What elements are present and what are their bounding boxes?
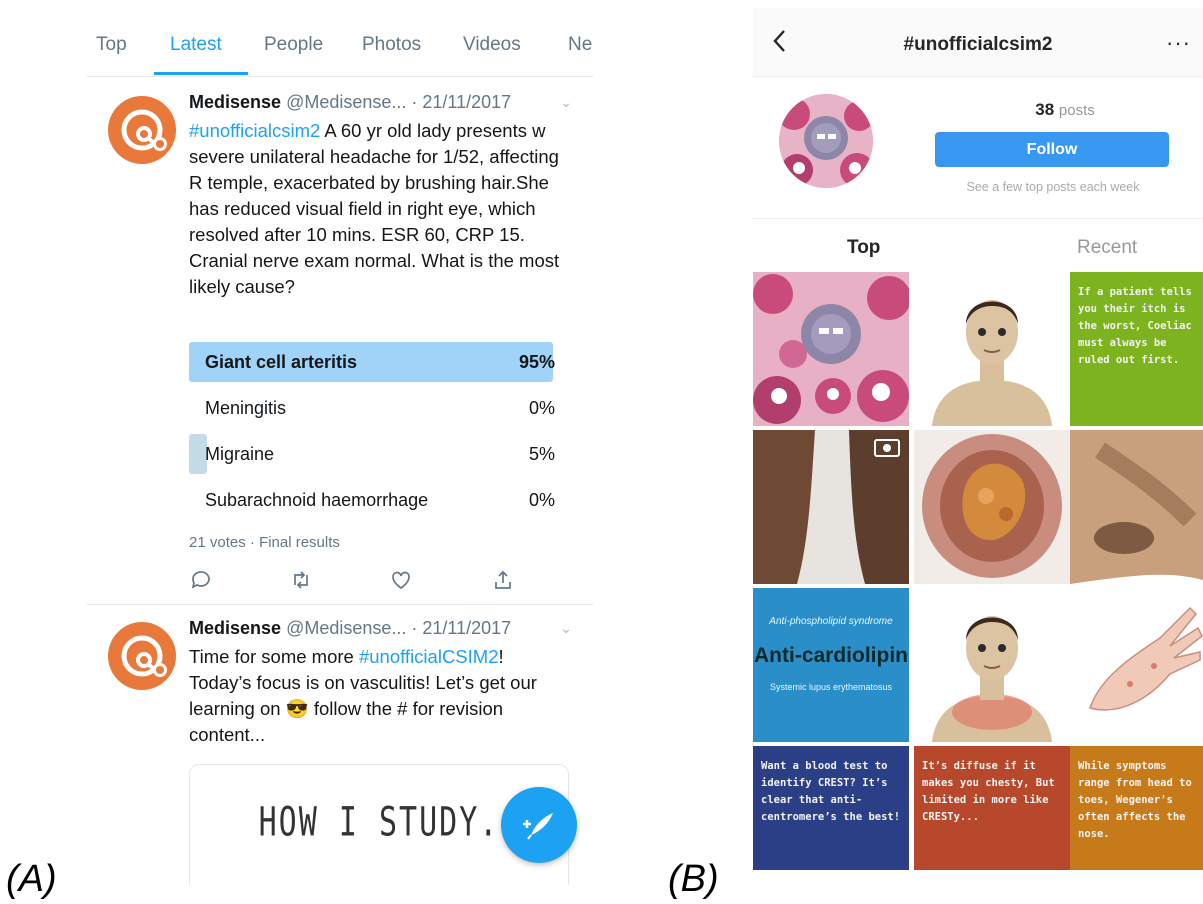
post-tile[interactable] (914, 430, 1070, 584)
poll-option-percent: 0% (528, 490, 555, 510)
tab-photos[interactable]: Photos (362, 34, 421, 56)
posts-number: 38 (1035, 100, 1055, 119)
post-tile[interactable]: While symptoms range from head to toes, … (1070, 746, 1203, 870)
post-caption-text: While symptoms range from head to toes, … (1078, 760, 1192, 840)
poll-option-percent: 5% (528, 444, 555, 464)
more-options-icon[interactable]: ··· (1166, 30, 1191, 56)
tweet-divider (86, 604, 594, 605)
hand-image (1070, 588, 1203, 742)
post-caption-small: Anti-phospholipid syndrome (769, 616, 893, 627)
tweet-header: Medisense @Medisense... · 21/11/2017 (189, 92, 511, 113)
share-icon[interactable] (491, 568, 515, 592)
post-tile[interactable] (1070, 588, 1203, 742)
poll-option-label: Subarachnoid haemorrhage (205, 490, 429, 510)
panel-label-a: (A) (6, 858, 57, 900)
skin-photo-image (753, 430, 909, 584)
tab-people[interactable]: People (264, 34, 323, 56)
poll-option: Migraine 5% (189, 434, 555, 474)
retweet-icon[interactable] (289, 568, 313, 592)
posts-label: posts (1058, 102, 1095, 119)
poll-option-label: Giant cell arteritis (205, 352, 358, 372)
top-bar: #unofficialcsim2 ··· (753, 8, 1203, 77)
medisense-logo-icon (109, 623, 175, 689)
avatar[interactable] (108, 622, 176, 690)
reply-icon[interactable] (189, 568, 213, 592)
search-tabs: Top Latest People Photos Videos Ne (86, 0, 594, 77)
active-tab-indicator (154, 72, 248, 75)
hashtag-avatar (779, 94, 873, 188)
tab-latest[interactable]: Latest (170, 34, 222, 56)
post-grid: If a patient tells you their itch is the… (753, 272, 1203, 870)
top-recent-tabs: Top Recent (753, 218, 1203, 275)
armpit-photo-image (1070, 430, 1203, 584)
twitter-search-screen: Top Latest People Photos Videos Ne Medis… (86, 0, 594, 885)
post-tile[interactable]: It’s diffuse if it makes you chesty, But… (914, 746, 1070, 870)
like-icon[interactable] (389, 568, 413, 592)
chevron-down-icon[interactable]: ⌄ (560, 620, 572, 637)
follow-hint: See a few top posts each week (966, 180, 1140, 194)
post-caption-text: Want a blood test to identify CREST? It’… (761, 760, 901, 823)
post-tile[interactable] (753, 272, 909, 426)
post-tile[interactable] (914, 588, 1070, 742)
compose-icon (523, 813, 553, 840)
tab-top[interactable]: Top (96, 34, 127, 56)
post-caption-title: Anti-cardiolipin (754, 644, 908, 667)
author-name[interactable]: Medisense (189, 92, 281, 112)
post-tile[interactable] (753, 430, 909, 584)
author-name[interactable]: Medisense (189, 618, 281, 638)
poll-option-percent: 95% (518, 352, 555, 372)
tab-news[interactable]: Ne (568, 34, 592, 56)
poll-option-label: Migraine (205, 444, 275, 464)
tweet-date: · 21/11/2017 (411, 618, 512, 638)
cartoon-patient-image (914, 272, 1070, 426)
cartoon-rash-image (914, 588, 1070, 742)
tweet-date: · 21/11/2017 (411, 92, 512, 112)
tweet-header: Medisense @Medisense... · 21/11/2017 (189, 618, 511, 639)
post-tile[interactable]: If a patient tells you their itch is the… (1070, 272, 1203, 426)
hashtag-link[interactable]: #unofficialcsim2 (189, 120, 320, 141)
chevron-down-icon[interactable]: ⌄ (560, 94, 572, 111)
hashtag-link[interactable]: #unofficialCSIM2 (359, 646, 499, 667)
poll-option-percent: 0% (528, 398, 555, 418)
tweet-body-text: A 60 yr old lady presents w severe unila… (189, 120, 560, 297)
post-tile[interactable]: Want a blood test to identify CREST? It’… (753, 746, 909, 870)
poll-option: Meningitis 0% (189, 388, 555, 428)
instagram-hashtag-screen: #unofficialcsim2 ··· 38 posts Follow See… (753, 8, 1203, 870)
post-count: 38 posts (935, 100, 1195, 120)
cell-cartoon-image (779, 94, 873, 188)
tweet-body-text: Time for some more (189, 646, 359, 667)
post-tile[interactable] (1070, 430, 1203, 584)
tweet-text: #unofficialcsim2 A 60 yr old lady presen… (189, 118, 569, 300)
page-title: #unofficialcsim2 (903, 34, 1053, 55)
panel-label-b: (B) (668, 858, 719, 900)
poll-votes: 21 votes · Final results (189, 534, 340, 551)
poll-option: Giant cell arteritis 95% (189, 342, 555, 382)
post-caption-text: It’s diffuse if it makes you chesty, But… (922, 760, 1055, 823)
poll-option-label: Meningitis (205, 398, 287, 418)
tweet-poll[interactable]: Medisense @Medisense... · 21/11/2017 ⌄ #… (86, 92, 594, 602)
ulcer-photo-image (914, 430, 1070, 584)
author-handle[interactable]: @Medisense... (286, 618, 406, 638)
post-tile[interactable]: Anti-phospholipid syndrome Anti-cardioli… (753, 588, 909, 742)
avatar[interactable] (108, 96, 176, 164)
tab-top[interactable]: Top (847, 237, 880, 259)
tab-videos[interactable]: Videos (463, 34, 521, 56)
cell-cartoon-image (753, 272, 909, 426)
post-caption-sub: Systemic lupus erythematosus (769, 682, 893, 692)
follow-button[interactable]: Follow (935, 132, 1169, 167)
tweet-text: Time for some more #unofficialCSIM2! Tod… (189, 644, 569, 748)
tweet-actions (189, 568, 519, 592)
poll-option: Subarachnoid haemorrhage 0% (189, 480, 555, 520)
author-handle[interactable]: @Medisense... (286, 92, 406, 112)
tab-recent[interactable]: Recent (1077, 237, 1137, 259)
compose-button[interactable] (501, 787, 577, 863)
post-caption-text: If a patient tells you their itch is the… (1078, 286, 1192, 366)
medisense-logo-icon (109, 97, 175, 163)
post-tile[interactable] (914, 272, 1070, 426)
